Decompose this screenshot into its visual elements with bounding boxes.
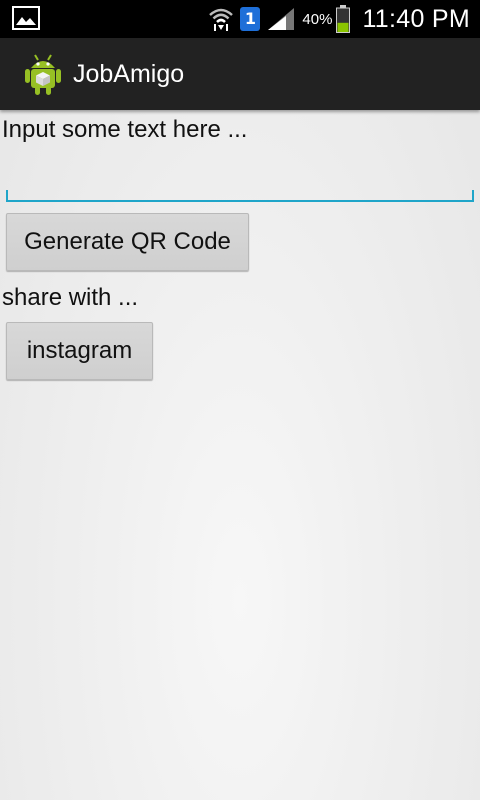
- clock: 11:40 PM: [362, 4, 470, 33]
- generate-qr-code-button[interactable]: Generate QR Code: [6, 213, 249, 271]
- action-bar: JobAmigo: [0, 38, 480, 110]
- share-with-label: share with ...: [2, 284, 139, 311]
- android-icon: [25, 54, 61, 95]
- battery-icon: [336, 5, 351, 33]
- instagram-share-button[interactable]: instagram: [6, 322, 153, 380]
- text-input-field[interactable]: [6, 156, 474, 202]
- wifi-icon: [209, 8, 234, 31]
- image-icon: [12, 6, 40, 30]
- sim-icon: 1: [240, 7, 261, 31]
- input-prompt-label: Input some text here ...: [2, 116, 248, 143]
- app-title: JobAmigo: [73, 60, 185, 88]
- battery-percent: 40%: [302, 10, 333, 28]
- screen: 1 40% 11:40 PM JobAmigo Input some text …: [0, 0, 480, 800]
- text-field-edge-right: [472, 190, 474, 202]
- signal-icon: [268, 8, 295, 30]
- text-field-edge-left: [6, 190, 8, 202]
- status-bar: 1 40% 11:40 PM: [0, 0, 480, 38]
- status-icons: 1 40% 11:40 PM: [208, 0, 470, 38]
